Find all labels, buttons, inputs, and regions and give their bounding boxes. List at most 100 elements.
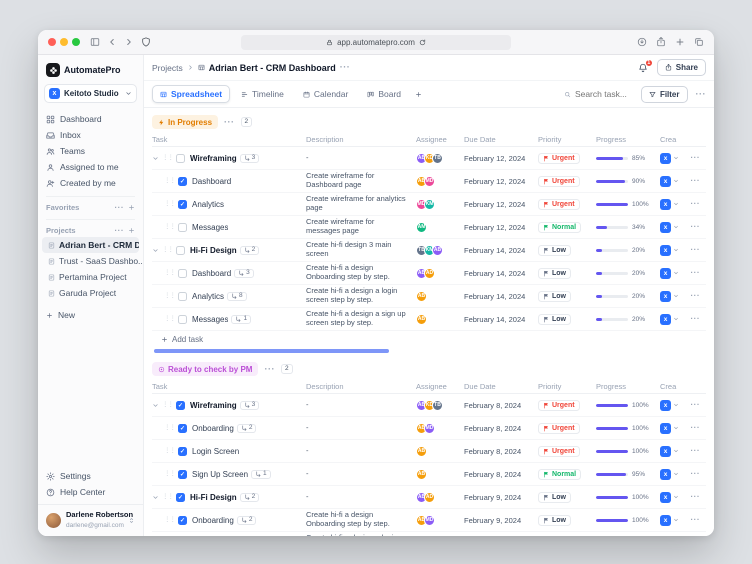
sidebar-project-garuda[interactable]: Garuda Project	[38, 285, 143, 301]
priority-badge[interactable]: Low	[538, 245, 571, 256]
row-menu[interactable]	[688, 447, 700, 455]
assignee-cell[interactable]: ABAD	[416, 492, 460, 503]
task-checkbox[interactable]	[176, 493, 185, 502]
new-project-button[interactable]: New	[38, 307, 143, 323]
close-button[interactable]	[48, 38, 56, 46]
drag-handle-icon[interactable]	[164, 316, 175, 323]
task-checkbox[interactable]	[176, 401, 185, 410]
row-menu[interactable]	[688, 177, 700, 185]
priority-badge[interactable]: Urgent	[538, 176, 580, 187]
subtask-count-badge[interactable]: 2	[240, 493, 260, 502]
creator-cell[interactable]: x	[660, 176, 684, 187]
assignee-cell[interactable]: ABKDTB	[416, 153, 460, 164]
search-input[interactable]	[575, 89, 633, 99]
assignee-cell[interactable]: ABAD	[416, 268, 460, 279]
sidebar-project-pertamina[interactable]: Pertamina Project	[38, 269, 143, 285]
shield-icon[interactable]	[141, 37, 151, 47]
drag-handle-icon[interactable]	[164, 425, 175, 432]
sidebar-item-assigned-to-me[interactable]: Assigned to me	[38, 159, 143, 175]
task-checkbox[interactable]	[178, 516, 187, 525]
drag-handle-icon[interactable]	[164, 517, 175, 524]
priority-badge[interactable]: Urgent	[538, 423, 580, 434]
sidebar-item-created-by-me[interactable]: Created by me	[38, 175, 143, 191]
priority-badge[interactable]: Urgent	[538, 199, 580, 210]
share-button[interactable]: Share	[657, 59, 706, 76]
assignee-cell[interactable]: ABMD	[416, 176, 460, 187]
sidebar-item-inbox[interactable]: Inbox	[38, 127, 143, 143]
subtask-count-badge[interactable]: 3	[240, 154, 260, 163]
priority-badge[interactable]: Normal	[538, 222, 581, 233]
zoom-button[interactable]	[72, 38, 80, 46]
row-menu[interactable]	[688, 223, 700, 231]
expand-icon[interactable]	[152, 247, 159, 254]
sidebar-item-settings[interactable]: Settings	[38, 468, 143, 484]
assignee-cell[interactable]: AB	[416, 314, 460, 325]
task-checkbox[interactable]	[178, 223, 187, 232]
search-box[interactable]	[564, 89, 633, 99]
task-checkbox[interactable]	[178, 177, 187, 186]
task-checkbox[interactable]	[178, 470, 187, 479]
plus-icon[interactable]	[128, 227, 135, 234]
creator-cell[interactable]: x	[660, 291, 684, 302]
sidebar-item-dashboard[interactable]: Dashboard	[38, 111, 143, 127]
status-badge[interactable]: Ready to check by PM	[152, 362, 258, 376]
section-menu-icon[interactable]	[264, 365, 275, 374]
status-badge[interactable]: In Progress	[152, 115, 218, 129]
creator-cell[interactable]: x	[660, 446, 684, 457]
drag-handle-icon[interactable]	[164, 448, 175, 455]
downloads-icon[interactable]	[637, 37, 647, 47]
drag-handle-icon[interactable]	[164, 178, 175, 185]
drag-handle-icon[interactable]	[164, 270, 175, 277]
add-task-button[interactable]: Add task	[152, 331, 706, 347]
row-menu[interactable]	[688, 470, 700, 478]
assignee-cell[interactable]: ABMD	[416, 515, 460, 526]
drag-handle-icon[interactable]	[164, 224, 175, 231]
assignee-cell[interactable]: AB	[416, 469, 460, 480]
drag-handle-icon[interactable]	[164, 471, 175, 478]
sidebar-item-teams[interactable]: Teams	[38, 143, 143, 159]
row-menu[interactable]	[688, 154, 700, 162]
row-menu[interactable]	[688, 315, 700, 323]
minimize-button[interactable]	[60, 38, 68, 46]
sidebar-project-adrian-bert[interactable]: Adrian Bert - CRM Da...	[42, 237, 139, 253]
task-checkbox[interactable]	[178, 200, 187, 209]
priority-badge[interactable]: Low	[538, 314, 571, 325]
back-icon[interactable]	[107, 37, 117, 47]
priority-badge[interactable]: Low	[538, 515, 571, 526]
tab-calendar[interactable]: Calendar	[295, 85, 357, 103]
drag-handle-icon[interactable]	[164, 201, 175, 208]
task-checkbox[interactable]	[178, 447, 187, 456]
subtask-count-badge[interactable]: 8	[227, 292, 247, 301]
subtask-count-badge[interactable]: 2	[237, 516, 257, 525]
creator-cell[interactable]: x	[660, 469, 684, 480]
refresh-icon[interactable]	[419, 39, 426, 46]
notifications-button[interactable]: 1	[638, 63, 648, 73]
drag-handle-icon[interactable]	[162, 402, 173, 409]
creator-cell[interactable]: x	[660, 515, 684, 526]
subtask-count-badge[interactable]: 2	[240, 246, 260, 255]
row-menu[interactable]	[688, 516, 700, 524]
subtask-count-badge[interactable]: 3	[240, 401, 260, 410]
assignee-cell[interactable]: ABMD	[416, 423, 460, 434]
row-menu[interactable]	[688, 424, 700, 432]
subtask-count-badge[interactable]: 2	[237, 424, 257, 433]
row-menu[interactable]	[688, 246, 700, 254]
more-icon[interactable]	[115, 204, 125, 212]
priority-badge[interactable]: Low	[538, 291, 571, 302]
task-checkbox[interactable]	[178, 269, 187, 278]
assignee-cell[interactable]: ABKDTB	[416, 400, 460, 411]
row-menu[interactable]	[688, 200, 700, 208]
breadcrumb-root[interactable]: Projects	[152, 63, 183, 73]
project-menu-icon[interactable]	[340, 63, 351, 72]
add-view-button[interactable]	[412, 88, 425, 101]
plus-icon[interactable]	[128, 204, 135, 211]
tab-board[interactable]: Board	[359, 85, 409, 103]
creator-cell[interactable]: x	[660, 423, 684, 434]
new-tab-icon[interactable]	[675, 37, 685, 47]
sidebar-item-help-center[interactable]: Help Center	[38, 484, 143, 500]
more-icon[interactable]	[115, 227, 125, 235]
task-checkbox[interactable]	[178, 292, 187, 301]
drag-handle-icon[interactable]	[162, 494, 173, 501]
tab-timeline[interactable]: Timeline	[233, 85, 292, 103]
sidebar-project-trust[interactable]: Trust - SaaS Dashbo...	[38, 253, 143, 269]
